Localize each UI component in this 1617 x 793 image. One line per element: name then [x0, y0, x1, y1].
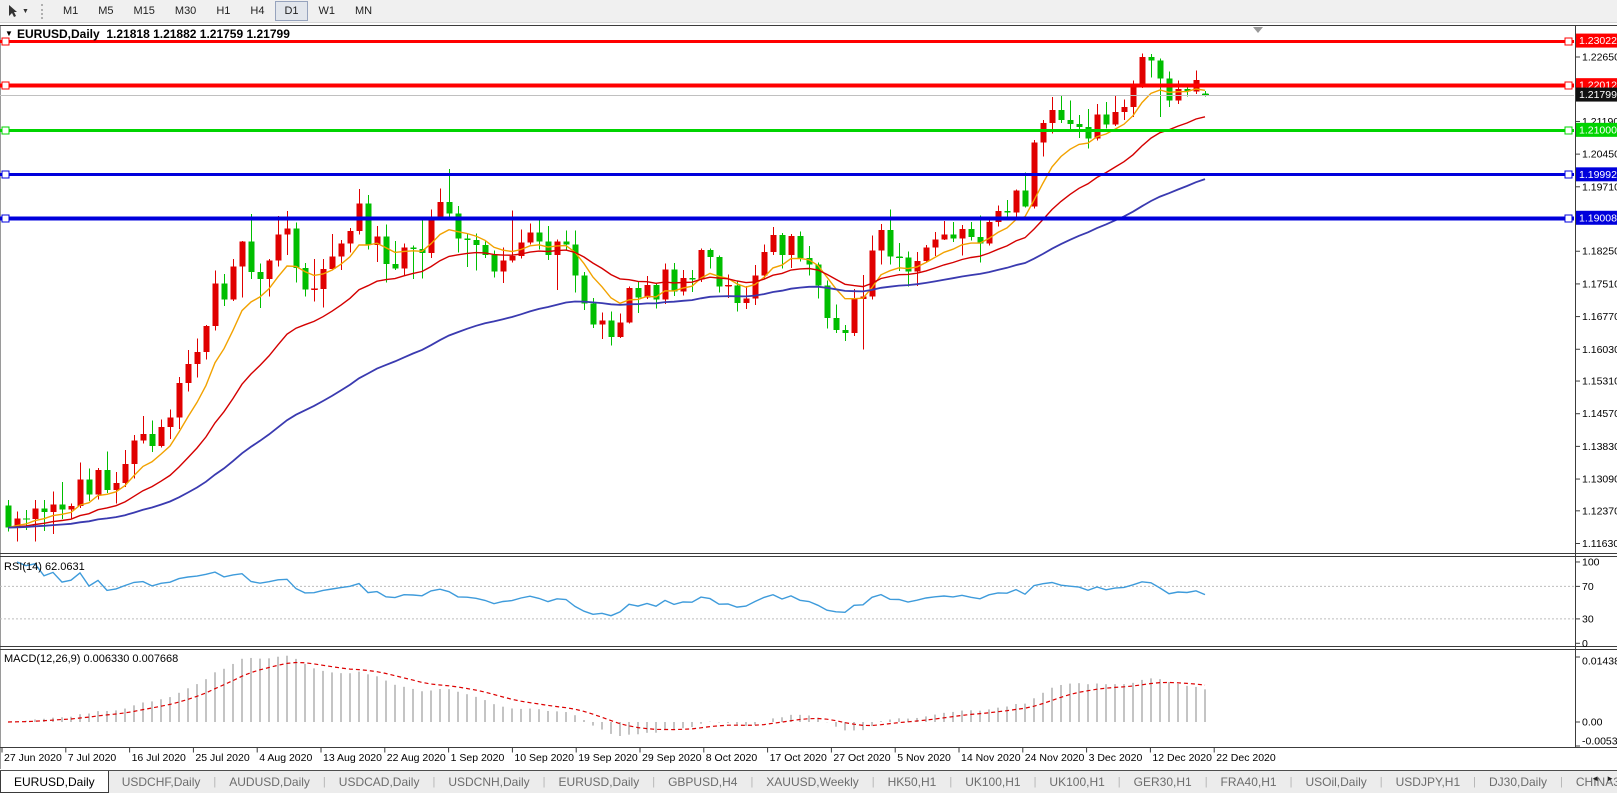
timeframe-button-m1[interactable]: M1 — [54, 1, 87, 21]
cursor-tool-button[interactable]: ▼ — [0, 3, 35, 20]
svg-text:1.19992: 1.19992 — [1579, 169, 1617, 181]
toolbar-grip[interactable] — [40, 3, 43, 19]
toolbar: ▼ M1 M5 M15 M30 H1 H4 D1 W1 MN — [0, 0, 1617, 23]
svg-text:1.19710: 1.19710 — [1582, 181, 1617, 193]
chart-title: EURUSD,Daily 1.21818 1.21882 1.21759 1.2… — [17, 27, 290, 41]
rsi-axis: 100 70 30 0 — [1575, 557, 1600, 650]
svg-text:70: 70 — [1582, 581, 1594, 593]
svg-text:1.15310: 1.15310 — [1582, 376, 1617, 388]
svg-text:25 Jul 2020: 25 Jul 2020 — [195, 752, 249, 764]
chart-tab-eurusd-daily[interactable]: EURUSD,Daily — [546, 771, 653, 793]
svg-text:12 Dec 2020: 12 Dec 2020 — [1152, 752, 1212, 764]
svg-text:16 Jul 2020: 16 Jul 2020 — [132, 752, 186, 764]
chart-tab-usdcad-daily[interactable]: USDCAD,Daily — [326, 771, 433, 793]
svg-text:0.00: 0.00 — [1582, 717, 1603, 729]
tab-scroll-left-icon[interactable]: ◄ — [1591, 774, 1599, 783]
chart-tab-ger30-h1[interactable]: GER30,H1 — [1121, 771, 1205, 793]
chart-tab-bar: EURUSD,Daily USDCHF,Daily | AUDUSD,Daily | US… — [0, 770, 1617, 793]
svg-text:24 Nov 2020: 24 Nov 2020 — [1025, 752, 1085, 764]
svg-text:29 Sep 2020: 29 Sep 2020 — [642, 752, 702, 764]
svg-text:27 Oct 2020: 27 Oct 2020 — [833, 752, 890, 764]
svg-text:10 Sep 2020: 10 Sep 2020 — [514, 752, 574, 764]
timeframe-button-h1[interactable]: H1 — [207, 1, 239, 21]
chart-ohlc-values: 1.21818 1.21882 1.21759 1.21799 — [106, 27, 290, 41]
chart-tab-xauusd-weekly[interactable]: XAUUSD,Weekly — [753, 771, 871, 793]
svg-text:1.13830: 1.13830 — [1582, 441, 1617, 453]
svg-text:1.16770: 1.16770 — [1582, 311, 1617, 323]
svg-text:13 Aug 2020: 13 Aug 2020 — [323, 752, 382, 764]
chart-tab-audusd-daily[interactable]: AUDUSD,Daily — [216, 771, 323, 793]
svg-text:5 Nov 2020: 5 Nov 2020 — [897, 752, 951, 764]
svg-text:22 Dec 2020: 22 Dec 2020 — [1216, 752, 1276, 764]
svg-text:4 Aug 2020: 4 Aug 2020 — [259, 752, 312, 764]
svg-text:1.22650: 1.22650 — [1582, 52, 1617, 64]
chart-tab-usdcnh-daily[interactable]: USDCNH,Daily — [435, 771, 542, 793]
svg-text:3 Dec 2020: 3 Dec 2020 — [1089, 752, 1143, 764]
svg-text:100: 100 — [1582, 557, 1600, 569]
svg-text:1.21000: 1.21000 — [1579, 124, 1617, 136]
timeframe-button-m15[interactable]: M15 — [125, 1, 164, 21]
svg-text:19 Sep 2020: 19 Sep 2020 — [578, 752, 638, 764]
chart-tab-uk100-h1[interactable]: UK100,H1 — [1036, 771, 1117, 793]
macd-axis: 0.014384 0.00 -0.00539 — [1575, 656, 1617, 748]
tab-scroll-buttons: ◄ ► — [1591, 774, 1614, 783]
cursor-arrow-icon — [9, 4, 17, 17]
svg-text:1.11630: 1.11630 — [1582, 538, 1617, 550]
svg-text:1.13090: 1.13090 — [1582, 474, 1617, 486]
svg-text:0: 0 — [1582, 638, 1588, 650]
svg-text:-0.00539: -0.00539 — [1582, 736, 1617, 748]
macd-indicator-label: MACD(12,26,9) 0.006330 0.007668 — [4, 653, 179, 665]
svg-text:7 Jul 2020: 7 Jul 2020 — [68, 752, 117, 764]
tab-list: EURUSD,Daily USDCHF,Daily | AUDUSD,Daily | US… — [0, 771, 1617, 793]
svg-text:27 Jun 2020: 27 Jun 2020 — [4, 752, 62, 764]
chart-tab-uk100-h1[interactable]: UK100,H1 — [952, 771, 1033, 793]
timeframe-button-d1[interactable]: D1 — [275, 1, 308, 21]
svg-text:1.12370: 1.12370 — [1582, 505, 1617, 517]
rsi-indicator-label: RSI(14) 62.0631 — [4, 561, 85, 573]
svg-text:1 Sep 2020: 1 Sep 2020 — [451, 752, 505, 764]
svg-text:30: 30 — [1582, 613, 1594, 625]
svg-text:22 Aug 2020: 22 Aug 2020 — [387, 752, 446, 764]
svg-text:0.014384: 0.014384 — [1582, 656, 1617, 668]
tab-scroll-right-icon[interactable]: ► — [1606, 774, 1614, 783]
timeframe-button-h4[interactable]: H4 — [241, 1, 273, 21]
chart-tab-hk50-h1[interactable]: HK50,H1 — [875, 771, 950, 793]
svg-text:1.21799: 1.21799 — [1579, 89, 1617, 101]
svg-text:1.20450: 1.20450 — [1582, 149, 1617, 161]
chart-canvas[interactable] — [0, 26, 1575, 748]
svg-text:1.14570: 1.14570 — [1582, 408, 1617, 420]
timeframe-button-m5[interactable]: M5 — [89, 1, 122, 21]
timeframe-buttons: M1 M5 M15 M30 H1 H4 D1 W1 MN — [53, 1, 382, 21]
chart-symbol-period: EURUSD,Daily — [17, 27, 100, 41]
chevron-down-icon[interactable]: ▼ — [22, 8, 29, 15]
svg-text:8 Oct 2020: 8 Oct 2020 — [706, 752, 758, 764]
chart-tab-gbpusd-h4[interactable]: GBPUSD,H4 — [655, 771, 750, 793]
chart-tab-eurusd-daily[interactable]: EURUSD,Daily — [0, 771, 109, 793]
symbol-dropdown-icon[interactable]: ▼ — [5, 29, 13, 38]
chart-tab-usdjpy-h1[interactable]: USDJPY,H1 — [1383, 771, 1473, 793]
svg-text:1.18250: 1.18250 — [1582, 246, 1617, 258]
svg-text:14 Nov 2020: 14 Nov 2020 — [961, 752, 1021, 764]
timeframe-button-m30[interactable]: M30 — [166, 1, 205, 21]
chart-tab-usdchf-daily[interactable]: USDCHF,Daily — [109, 771, 214, 793]
svg-text:1.23022: 1.23022 — [1579, 35, 1617, 47]
date-axis: 27 Jun 2020 7 Jul 2020 16 Jul 2020 25 Jul 2… — [1, 748, 1276, 764]
svg-text:1.16030: 1.16030 — [1582, 344, 1617, 356]
chart-tab-usoil-daily[interactable]: USOil,Daily — [1292, 771, 1379, 793]
timeframe-button-mn[interactable]: MN — [346, 1, 381, 21]
svg-text:17 Oct 2020: 17 Oct 2020 — [770, 752, 827, 764]
svg-text:1.17510: 1.17510 — [1582, 278, 1617, 290]
timeframe-button-w1[interactable]: W1 — [310, 1, 345, 21]
svg-text:1.19008: 1.19008 — [1579, 212, 1617, 224]
chart-tab-dj30-daily[interactable]: DJ30,Daily — [1476, 771, 1560, 793]
chart-tab-fra40-h1[interactable]: FRA40,H1 — [1208, 771, 1290, 793]
